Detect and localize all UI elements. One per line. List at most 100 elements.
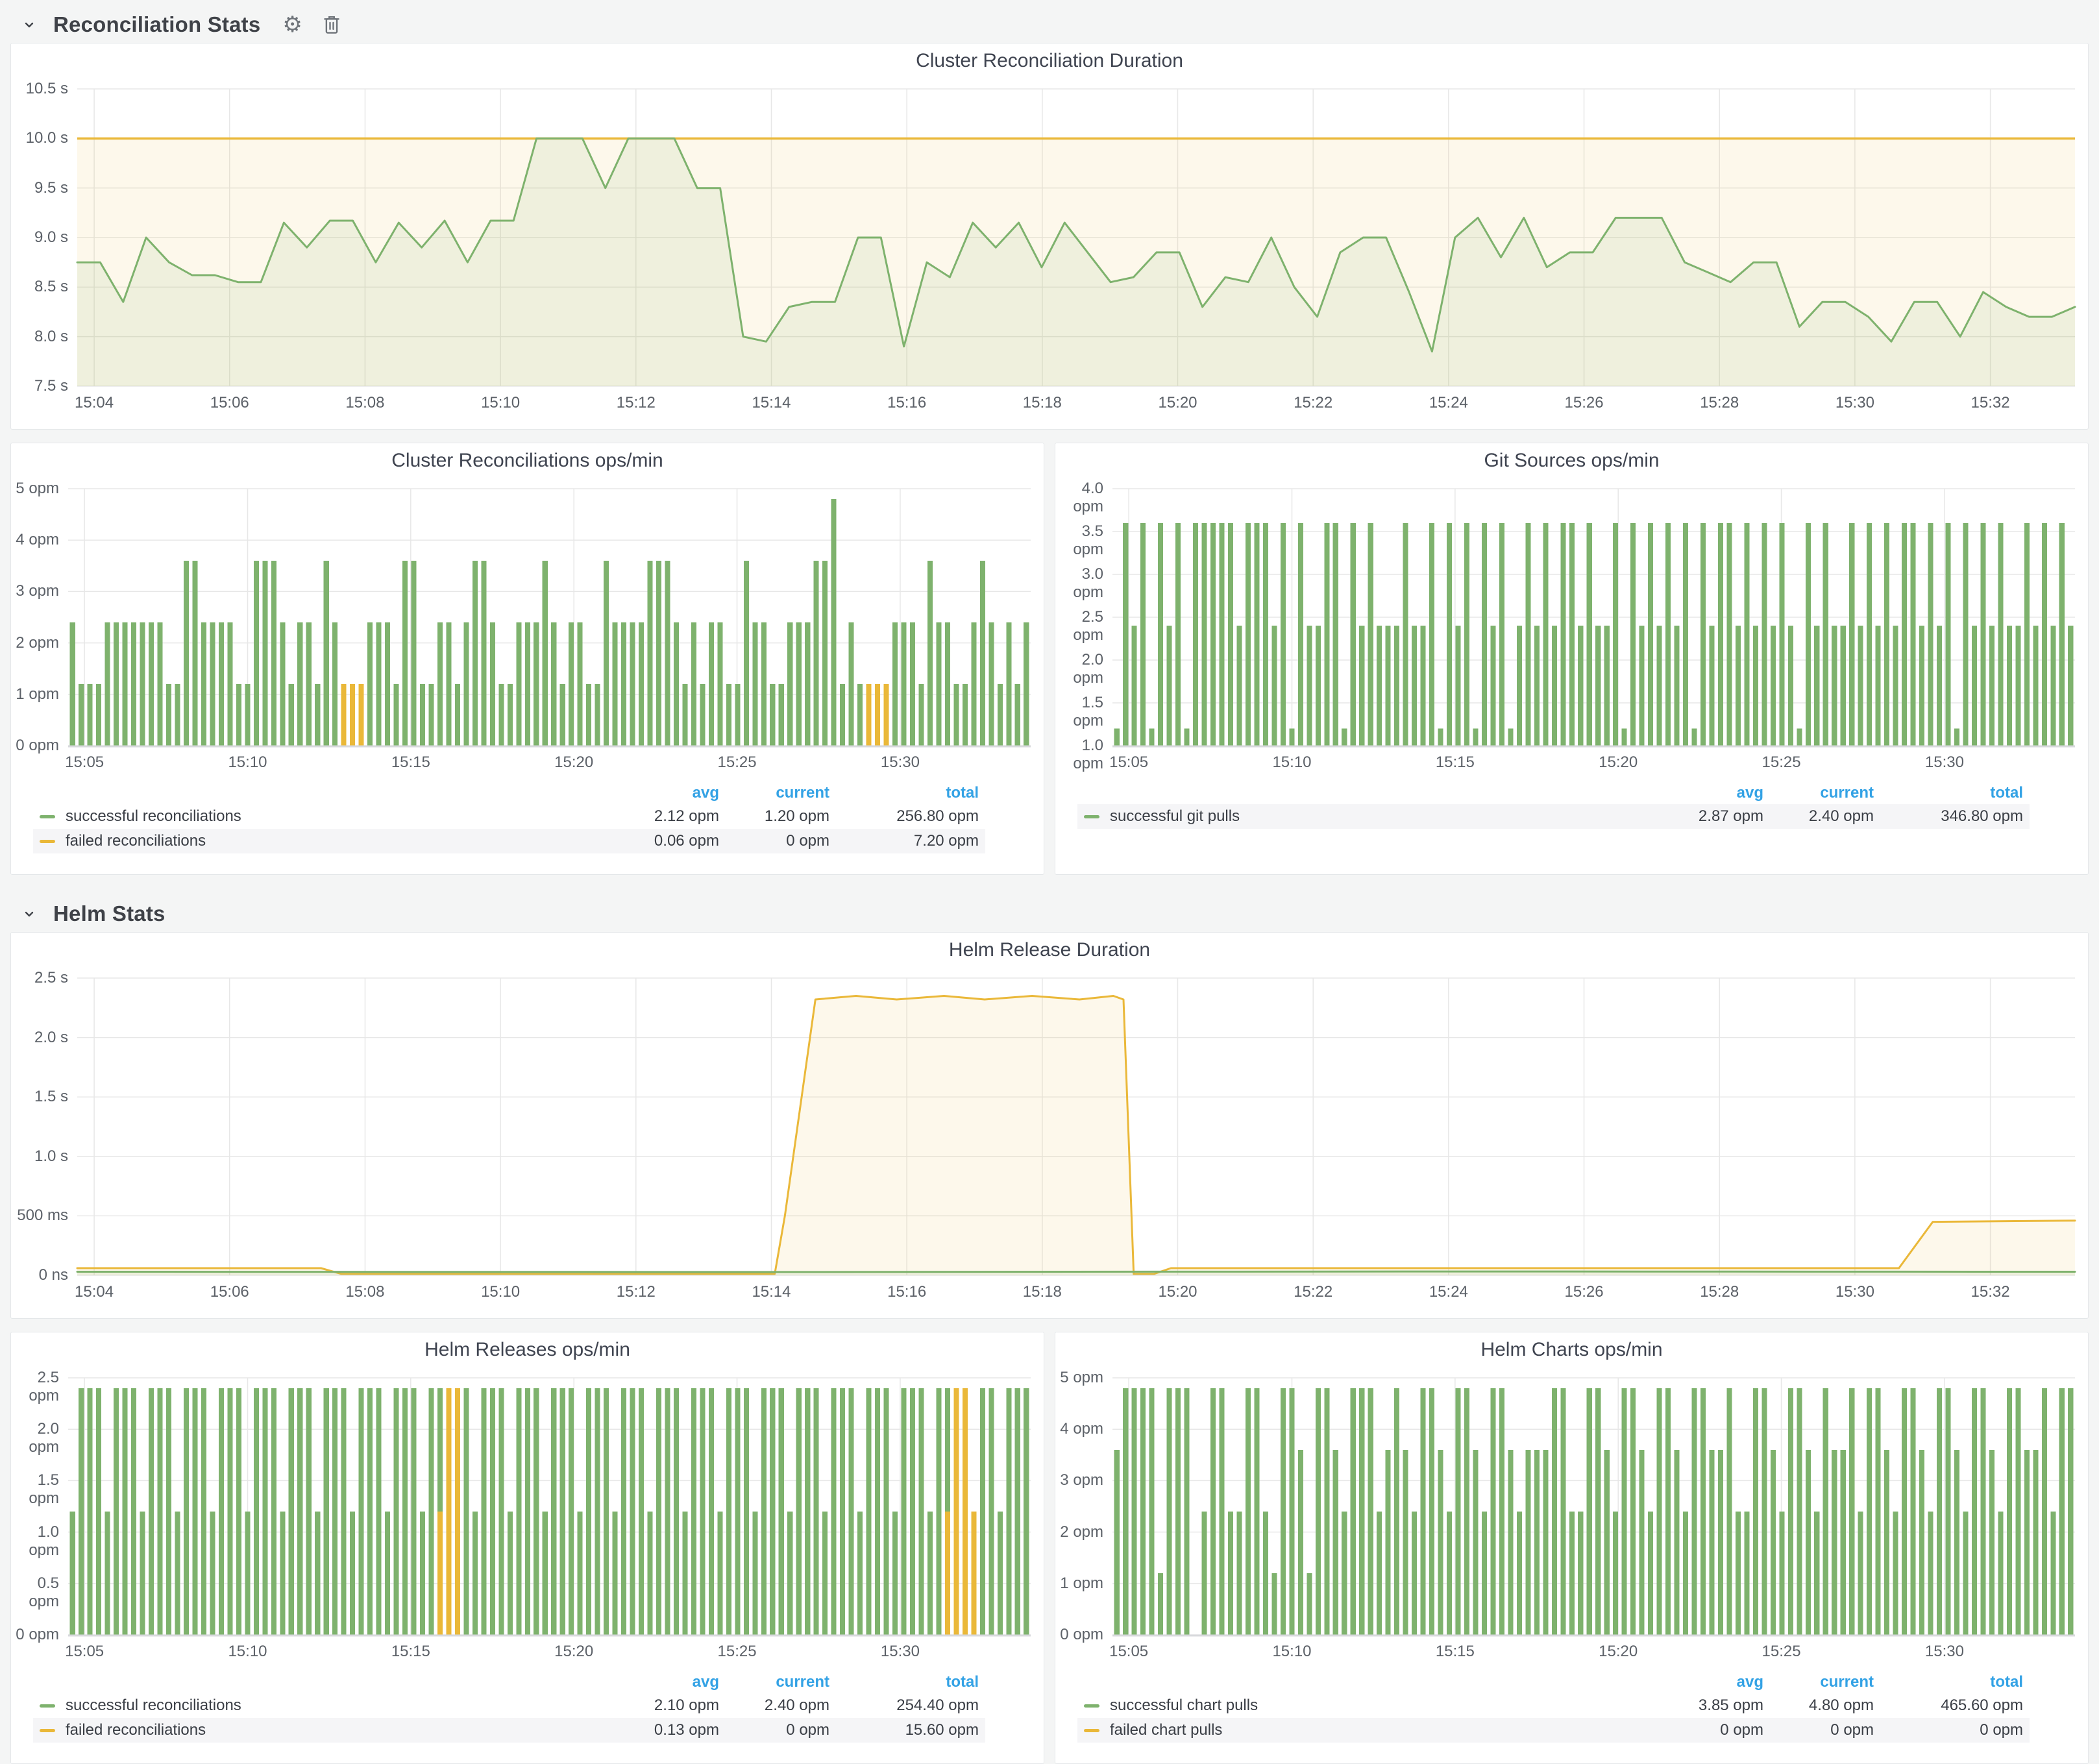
- legend-series-label[interactable]: successful chart pulls: [1110, 1697, 1258, 1715]
- stat-current: 0 opm: [719, 1721, 829, 1739]
- x-axis-tick-label: 15:10: [202, 1643, 293, 1661]
- x-axis-tick-label: 15:08: [319, 1283, 410, 1301]
- panel-helm-release-duration: Helm Release Duration 2.5 s2.0 s1.5 s1.0…: [10, 932, 2089, 1319]
- cluster-reconciliations-chart[interactable]: 5 opm4 opm3 opm2 opm1 opm0 opm15:0515:10…: [12, 478, 1042, 778]
- panel-cluster-reconciliation-duration: Cluster Reconciliation Duration 10.5 s10…: [10, 43, 2089, 430]
- y-axis-tick-label: 2 opm: [1057, 1523, 1103, 1541]
- helm-releases-chart[interactable]: 2.5 opm2.0 opm1.5 opm1.0 opm0.5 opm0 opm…: [12, 1367, 1042, 1667]
- stat-total: 7.20 opm: [829, 832, 979, 850]
- stat-avg: 2.12 opm: [609, 807, 719, 826]
- x-axis-tick-label: 15:14: [726, 1283, 816, 1301]
- panel-title[interactable]: Cluster Reconciliation Duration: [11, 43, 2088, 79]
- x-axis-tick-label: 15:15: [365, 753, 456, 772]
- panel-title[interactable]: Helm Charts ops/min: [1055, 1332, 2088, 1367]
- legend-header-avg[interactable]: avg: [1653, 784, 1763, 802]
- legend-series-label[interactable]: failed chart pulls: [1110, 1721, 1222, 1739]
- stat-avg: 3.85 opm: [1653, 1697, 1763, 1715]
- y-axis-tick-label: 1.0 opm: [12, 1523, 59, 1560]
- stat-total: 15.60 opm: [829, 1721, 979, 1739]
- y-axis-tick-label: 3.0 opm: [1057, 565, 1103, 602]
- stat-current: 0 opm: [719, 832, 829, 850]
- x-axis-tick-label: 15:04: [49, 1283, 140, 1301]
- section-header-helm-stats[interactable]: Helm Stats: [10, 889, 2089, 932]
- x-axis-tick-label: 15:14: [726, 394, 816, 412]
- y-axis-tick-label: 0 ns: [12, 1266, 68, 1284]
- x-axis-tick-label: 15:20: [1573, 1643, 1663, 1661]
- x-axis-tick-label: 15:15: [365, 1643, 456, 1661]
- series-marker-green: [1084, 1704, 1099, 1708]
- panel-title[interactable]: Helm Releases ops/min: [11, 1332, 1044, 1367]
- y-axis-tick-label: 3 opm: [12, 582, 59, 600]
- gear-icon[interactable]: ⚙: [282, 14, 302, 36]
- y-axis-tick-label: 2.5 opm: [1057, 608, 1103, 644]
- chevron-down-icon[interactable]: [22, 907, 36, 921]
- legend-row: successful chart pulls 3.85 opm 4.80 opm…: [1077, 1693, 2030, 1718]
- y-axis-tick-label: 5 opm: [12, 480, 59, 498]
- y-axis-tick-label: 1 opm: [12, 685, 59, 704]
- x-axis-tick-label: 15:20: [528, 753, 619, 772]
- legend-series-label[interactable]: failed reconciliations: [66, 1721, 206, 1739]
- chevron-down-icon[interactable]: [22, 18, 36, 32]
- x-axis-tick-label: 15:16: [861, 394, 952, 412]
- panel-title[interactable]: Git Sources ops/min: [1055, 443, 2088, 478]
- legend-header-avg[interactable]: avg: [609, 784, 719, 802]
- stat-total: 254.40 opm: [829, 1697, 979, 1715]
- panel-title[interactable]: Helm Release Duration: [11, 933, 2088, 968]
- legend-header-avg[interactable]: avg: [1653, 1673, 1763, 1691]
- x-axis-tick-label: 15:30: [1810, 394, 1900, 412]
- legend-header-total[interactable]: total: [1874, 784, 2023, 802]
- stat-total: 0 opm: [1874, 1721, 2023, 1739]
- cluster-reconciliation-duration-chart[interactable]: 10.5 s10.0 s9.5 s9.0 s8.5 s8.0 s7.5 s15:…: [12, 79, 2087, 420]
- panel-title[interactable]: Cluster Reconciliations ops/min: [11, 443, 1044, 478]
- y-axis-tick-label: 2.5 opm: [12, 1369, 59, 1405]
- stat-current: 2.40 opm: [719, 1697, 829, 1715]
- y-axis-tick-label: 3 opm: [1057, 1471, 1103, 1489]
- legend-header-current[interactable]: current: [719, 1673, 829, 1691]
- section-header-reconciliation-stats[interactable]: Reconciliation Stats ⚙: [10, 0, 2089, 43]
- x-axis-tick-label: 15:10: [1246, 1643, 1337, 1661]
- legend-header-avg[interactable]: avg: [609, 1673, 719, 1691]
- legend-row: failed reconciliations 0.06 opm 0 opm 7.…: [33, 829, 985, 853]
- helm-release-duration-chart[interactable]: 2.5 s2.0 s1.5 s1.0 s500 ms0 ns15:0415:06…: [12, 968, 2087, 1309]
- y-axis-tick-label: 0.5 opm: [12, 1574, 59, 1611]
- legend-header-current[interactable]: current: [719, 784, 829, 802]
- legend-header-current[interactable]: current: [1763, 1673, 1874, 1691]
- y-axis-tick-label: 10.5 s: [12, 80, 68, 98]
- x-axis-tick-label: 15:32: [1945, 394, 2036, 412]
- stat-avg: 0.13 opm: [609, 1721, 719, 1739]
- stat-total: 256.80 opm: [829, 807, 979, 826]
- legend-series-label[interactable]: successful reconciliations: [66, 807, 241, 826]
- legend-header-total[interactable]: total: [1874, 1673, 2023, 1691]
- legend-header-total[interactable]: total: [829, 1673, 979, 1691]
- git-sources-chart[interactable]: 4.0 opm3.5 opm3.0 opm2.5 opm2.0 opm1.5 o…: [1057, 478, 2087, 778]
- stat-current: 0 opm: [1763, 1721, 1874, 1739]
- helm-charts-chart[interactable]: 5 opm4 opm3 opm2 opm1 opm0 opm15:0515:10…: [1057, 1367, 2087, 1667]
- y-axis-tick-label: 1.5 s: [12, 1088, 68, 1106]
- stat-avg: 0.06 opm: [609, 832, 719, 850]
- chart-canvas: [12, 79, 2087, 420]
- stat-avg: 2.87 opm: [1653, 807, 1763, 826]
- legend-header-current[interactable]: current: [1763, 784, 1874, 802]
- x-axis-tick-label: 15:10: [1246, 753, 1337, 772]
- x-axis-tick-label: 15:32: [1945, 1283, 2036, 1301]
- series-marker-green: [1084, 815, 1099, 818]
- x-axis-tick-label: 15:08: [319, 394, 410, 412]
- legend-row: successful reconciliations 2.10 opm 2.40…: [33, 1693, 985, 1718]
- y-axis-tick-label: 8.0 s: [12, 328, 68, 346]
- y-axis-tick-label: 2.5 s: [12, 969, 68, 987]
- stat-avg: 0 opm: [1653, 1721, 1763, 1739]
- stat-total: 346.80 opm: [1874, 807, 2023, 826]
- x-axis-tick-label: 15:05: [1083, 753, 1174, 772]
- trash-icon[interactable]: [322, 14, 341, 36]
- chart-canvas: [1057, 478, 2087, 778]
- x-axis-tick-label: 15:05: [39, 1643, 130, 1661]
- legend-series-label[interactable]: successful reconciliations: [66, 1697, 241, 1715]
- x-axis-tick-label: 15:30: [1899, 753, 1990, 772]
- x-axis-tick-label: 15:18: [997, 394, 1088, 412]
- x-axis-tick-label: 15:20: [1573, 753, 1663, 772]
- x-axis-tick-label: 15:28: [1674, 1283, 1765, 1301]
- x-axis-tick-label: 15:22: [1268, 394, 1358, 412]
- legend-series-label[interactable]: successful git pulls: [1110, 807, 1240, 826]
- legend-series-label[interactable]: failed reconciliations: [66, 832, 206, 850]
- legend-header-total[interactable]: total: [829, 784, 979, 802]
